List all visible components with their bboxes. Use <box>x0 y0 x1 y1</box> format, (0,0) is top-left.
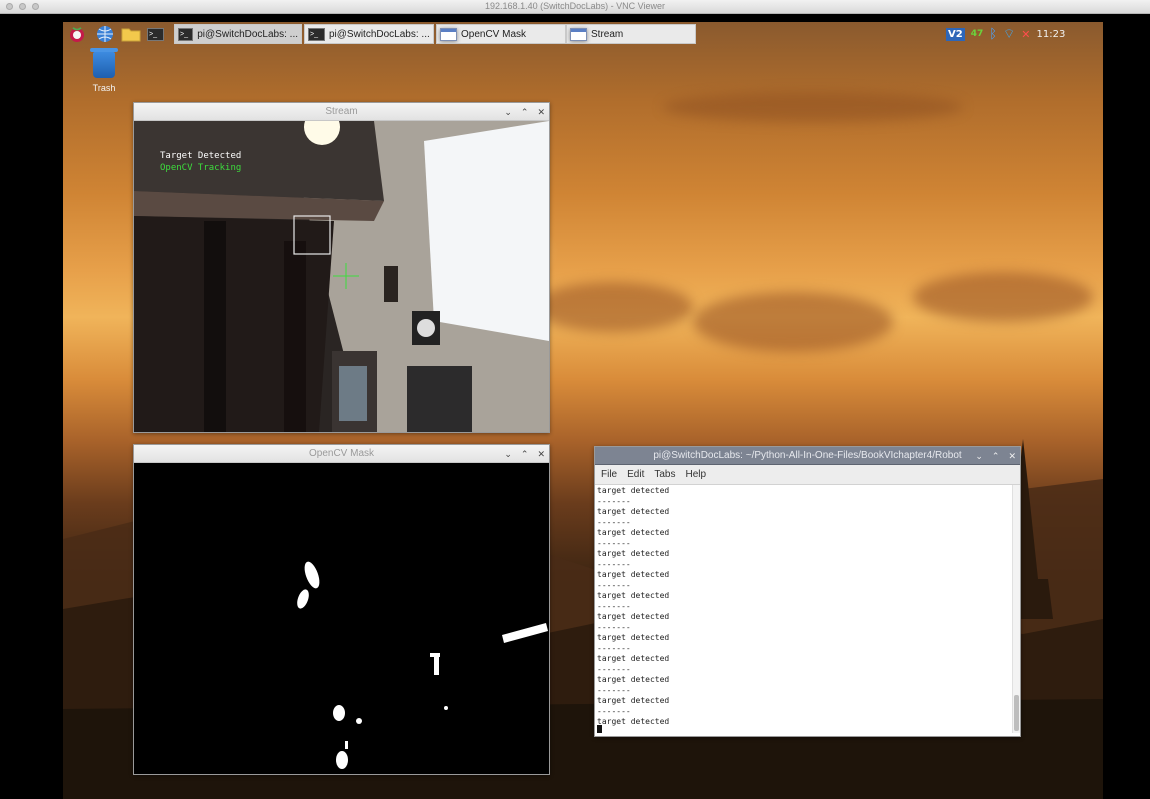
chevron-down-icon[interactable]: ⌄ <box>504 103 512 121</box>
trash-icon <box>90 48 118 78</box>
terminal-titlebar[interactable]: pi@SwitchDocLabs: ~/Python-All-In-One-Fi… <box>595 447 1020 465</box>
stream-window[interactable]: Stream ⌄ ⌃ ✕ Target Detected OpenCV Trac… <box>133 102 550 433</box>
vnc-titlebar: 192.168.1.40 (SwitchDocLabs) - VNC Viewe… <box>0 0 1150 14</box>
terminal-line: ------- <box>597 622 631 632</box>
terminal-line: ------- <box>597 517 631 527</box>
terminal-icon: >_ <box>178 27 194 41</box>
close-icon[interactable]: ✕ <box>537 445 545 463</box>
terminal-line: target detected <box>597 549 670 558</box>
taskbar-item-stream[interactable]: Stream <box>566 24 696 44</box>
cpu-monitor-icon[interactable]: 47 <box>971 29 984 39</box>
vnc-title: 192.168.1.40 (SwitchDocLabs) - VNC Viewe… <box>485 1 665 11</box>
mask-titlebar[interactable]: OpenCV Mask ⌄ ⌃ ✕ <box>134 445 549 463</box>
terminal-lines: target detected ------- target detected ---… <box>597 486 669 728</box>
vnc-server-icon[interactable]: V2 <box>946 27 965 41</box>
terminal-icon: >_ <box>308 27 325 41</box>
mask-view <box>134 463 549 774</box>
window-title: pi@SwitchDocLabs: ~/Python-All-In-One-Fi… <box>653 450 962 461</box>
terminal-line: ------- <box>597 496 631 506</box>
terminal-line: ------- <box>597 643 631 653</box>
taskbar-item-terminal-2[interactable]: >_ pi@SwitchDocLabs: ... <box>304 24 434 44</box>
file-manager-icon[interactable] <box>121 22 141 46</box>
terminal-line: target detected <box>597 612 670 621</box>
close-icon[interactable]: ✕ <box>1008 447 1016 465</box>
overlay-tracking-text: OpenCV Tracking <box>160 163 242 173</box>
window-title: Stream <box>325 106 358 117</box>
bluetooth-icon[interactable]: ᛒ <box>989 27 997 42</box>
terminal-line: target detected <box>597 507 670 516</box>
terminal-line: target detected <box>597 717 670 726</box>
terminal-line: target detected <box>597 654 670 663</box>
menu-file[interactable]: File <box>601 469 617 480</box>
menu-help[interactable]: Help <box>685 469 706 480</box>
mask-blobs <box>297 561 548 769</box>
taskbar-item-opencv-mask[interactable]: OpenCV Mask <box>436 24 566 44</box>
terminal-window[interactable]: pi@SwitchDocLabs: ~/Python-All-In-One-Fi… <box>594 446 1021 737</box>
volume-muted-icon[interactable]: ✕ <box>1021 28 1030 41</box>
taskbar-item-label: pi@SwitchDocLabs: ... <box>197 28 298 40</box>
clock[interactable]: 11:23 <box>1037 29 1066 40</box>
trash-label: Trash <box>92 83 116 93</box>
menu-edit[interactable]: Edit <box>627 469 644 480</box>
chevron-down-icon[interactable]: ⌄ <box>504 445 512 463</box>
window-icon <box>570 27 587 41</box>
terminal-scrollbar[interactable] <box>1012 485 1020 733</box>
raspberry-menu-icon[interactable] <box>68 22 86 46</box>
menu-tabs[interactable]: Tabs <box>654 469 675 480</box>
terminal-line: ------- <box>597 538 631 548</box>
terminal-output[interactable]: target detected ------- target detected ---… <box>595 485 1020 733</box>
terminal-cursor <box>597 725 602 733</box>
terminal-line: target detected <box>597 591 670 600</box>
close-icon[interactable]: ✕ <box>537 103 545 121</box>
taskbar-item-label: pi@SwitchDocLabs: ... <box>329 28 430 40</box>
terminal-line: ------- <box>597 685 631 695</box>
wifi-icon[interactable]: ⌔ <box>1003 26 1015 42</box>
window-icon <box>440 27 457 41</box>
camera-stream-view: Target Detected OpenCV Tracking <box>134 121 549 432</box>
terminal-line: ------- <box>597 559 631 569</box>
trash-desktop-icon[interactable]: Trash <box>88 48 120 93</box>
web-browser-icon[interactable] <box>96 22 114 46</box>
taskbar-item-label: Stream <box>591 28 624 40</box>
maximize-icon[interactable]: ⌃ <box>521 445 529 463</box>
terminal-line: ------- <box>597 706 631 716</box>
terminal-menubar: File Edit Tabs Help <box>595 465 1020 485</box>
terminal-line: target detected <box>597 633 670 642</box>
overlay-status-text: Target Detected <box>160 151 242 161</box>
terminal-line: ------- <box>597 664 631 674</box>
terminal-line: target detected <box>597 570 670 579</box>
terminal-line: ------- <box>597 601 631 611</box>
terminal-line: target detected <box>597 696 670 705</box>
scrollbar-thumb[interactable] <box>1014 695 1019 731</box>
vnc-viewer-window: 192.168.1.40 (SwitchDocLabs) - VNC Viewe… <box>0 0 1150 799</box>
opencv-mask-window[interactable]: OpenCV Mask ⌄ ⌃ ✕ <box>133 444 550 775</box>
terminal-launcher-icon[interactable]: >_ <box>147 22 164 46</box>
maximize-icon[interactable]: ⌃ <box>992 447 1000 465</box>
window-title: OpenCV Mask <box>308 448 375 459</box>
terminal-line: ------- <box>597 580 631 590</box>
terminal-line: target detected <box>597 486 670 495</box>
terminal-line: target detected <box>597 675 670 684</box>
chevron-down-icon[interactable]: ⌄ <box>975 447 983 465</box>
maximize-icon[interactable]: ⌃ <box>521 103 529 121</box>
taskbar-item-label: OpenCV Mask <box>461 28 527 40</box>
taskbar-item-terminal-1[interactable]: >_ pi@SwitchDocLabs: ... <box>174 24 302 44</box>
stream-titlebar[interactable]: Stream ⌄ ⌃ ✕ <box>134 103 549 121</box>
terminal-line: target detected <box>597 528 670 537</box>
system-tray: V2 47 ᛒ ⌔ ✕ 11:23 <box>946 24 1065 44</box>
